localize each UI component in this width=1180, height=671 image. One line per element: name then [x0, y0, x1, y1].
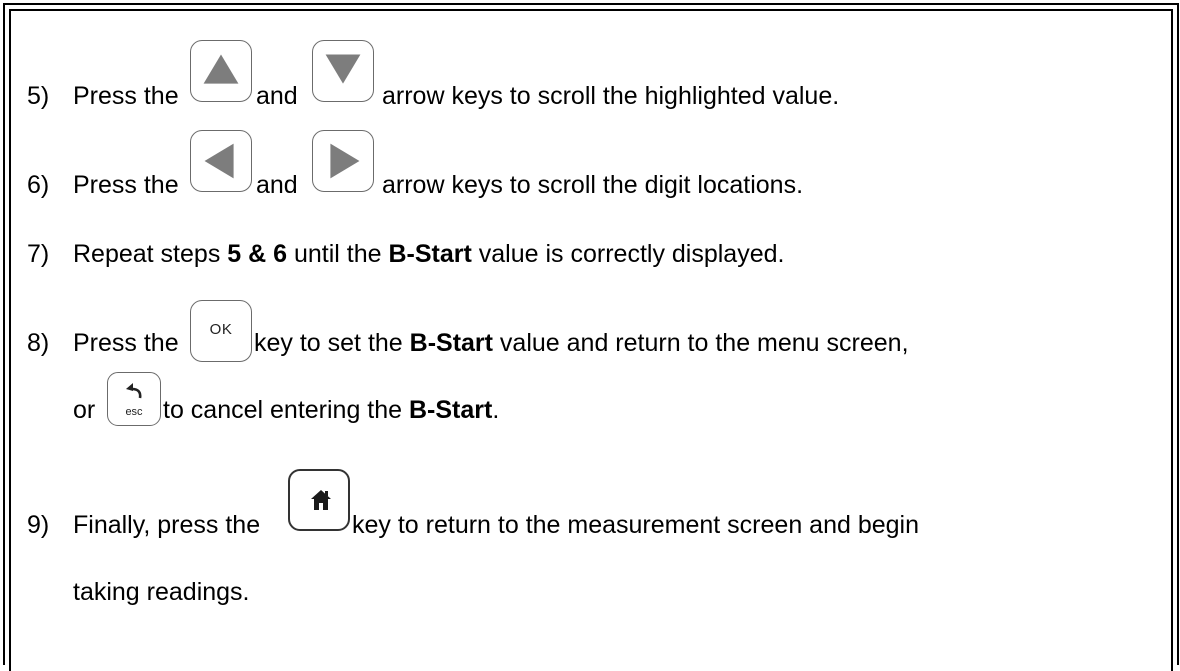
bold-steps-ref: 5 & 6	[227, 240, 288, 268]
step-text: and	[256, 171, 298, 199]
step-number: 5)	[27, 82, 50, 110]
text-run: .	[492, 396, 500, 424]
left-arrow-key[interactable]	[190, 130, 252, 192]
up-arrow-icon	[203, 54, 239, 84]
esc-key[interactable]: esc	[107, 372, 161, 426]
left-arrow-icon	[204, 143, 234, 179]
bold-b-start: B-Start	[409, 396, 493, 424]
step-text: Press the	[73, 329, 179, 357]
step-number: 9)	[27, 511, 50, 539]
step-text: arrow keys to scroll the highlighted val…	[382, 82, 840, 110]
text-run: value is correctly displayed.	[471, 240, 785, 268]
right-arrow-icon	[330, 143, 360, 179]
step-text: Press the	[73, 82, 179, 110]
text-run: Repeat steps	[73, 240, 228, 268]
text-run: key to set the	[254, 329, 410, 357]
step-text: key to return to the measurement screen …	[352, 511, 919, 539]
text-run: to cancel entering the	[163, 396, 409, 424]
step-text: Repeat steps 5 & 6 until the B-Start val…	[73, 239, 784, 269]
step-text: key to set the B-Start value and return …	[254, 328, 909, 358]
up-arrow-key[interactable]	[190, 40, 252, 102]
back-arrow-icon	[126, 383, 142, 399]
ok-key-label: OK	[209, 321, 233, 338]
home-key[interactable]	[288, 469, 350, 531]
step-text: Press the	[73, 171, 179, 199]
step-number: 8)	[27, 329, 50, 357]
home-icon	[311, 490, 331, 510]
bold-b-start: B-Start	[388, 240, 472, 268]
down-arrow-key[interactable]	[312, 40, 374, 102]
ok-key[interactable]: OK	[190, 300, 252, 362]
step-text: arrow keys to scroll the digit locations…	[382, 171, 804, 199]
esc-key-label: esc	[125, 406, 143, 418]
step-number: 7)	[27, 240, 50, 268]
right-arrow-key[interactable]	[312, 130, 374, 192]
text-run: until the	[287, 240, 389, 268]
step-text: taking readings.	[73, 578, 250, 606]
step-text: to cancel entering the B-Start.	[163, 395, 499, 425]
text-run: value and return to the menu screen,	[492, 329, 909, 357]
step-text: and	[256, 82, 298, 110]
step-text: Finally, press the	[73, 511, 261, 539]
bold-b-start: B-Start	[409, 329, 493, 357]
down-arrow-icon	[325, 54, 361, 84]
step-number: 6)	[27, 171, 50, 199]
step-text: or	[73, 396, 96, 424]
